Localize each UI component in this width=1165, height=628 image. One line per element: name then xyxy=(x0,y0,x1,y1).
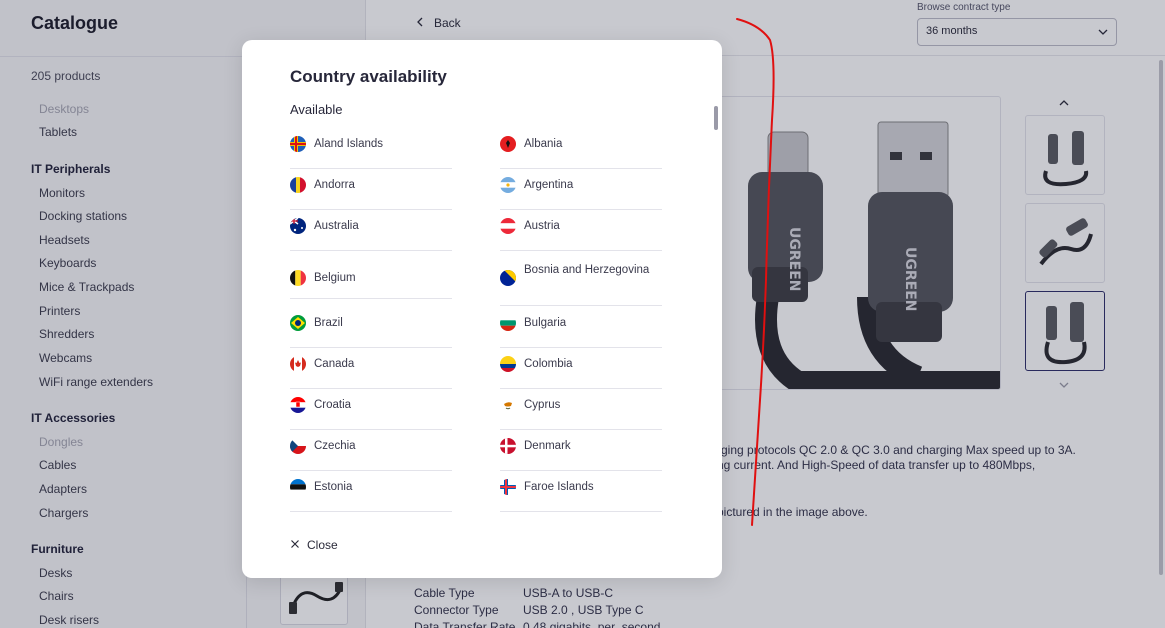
red-annotation-stroke xyxy=(736,18,775,526)
